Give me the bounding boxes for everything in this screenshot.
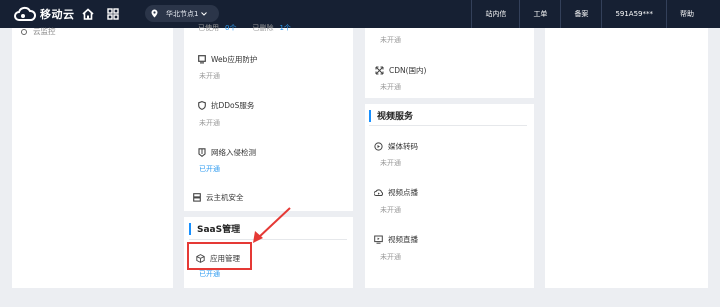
video-divider: [369, 125, 527, 126]
live-screen-icon: [374, 235, 383, 244]
cdn-item[interactable]: CDN(国内): [375, 65, 426, 76]
heading-accent-bar: [369, 109, 371, 122]
video-heading-text: 视频服务: [377, 112, 414, 122]
card-column-4: [545, 28, 708, 288]
transcode-icon: [374, 142, 383, 151]
live-title: 视频直播: [388, 235, 418, 244]
vod-status: 未开通: [380, 206, 401, 214]
vod-title: 视频点播: [388, 188, 418, 197]
network-top-status: 未开通: [380, 36, 401, 44]
cloud-play-icon: [374, 189, 383, 196]
transcode-title: 媒体转码: [388, 142, 418, 151]
cdn-status: 未开通: [380, 83, 401, 91]
transcode-status: 未开通: [380, 159, 401, 167]
cdn-title: CDN(国内): [389, 66, 427, 75]
live-item[interactable]: 视频直播: [374, 234, 418, 245]
live-status: 未开通: [380, 253, 401, 261]
transcode-item[interactable]: 媒体转码: [374, 141, 418, 152]
vod-item[interactable]: 视频点播: [374, 187, 418, 198]
expand-arrows-icon: [375, 66, 384, 75]
video-heading: 视频服务: [369, 109, 413, 122]
